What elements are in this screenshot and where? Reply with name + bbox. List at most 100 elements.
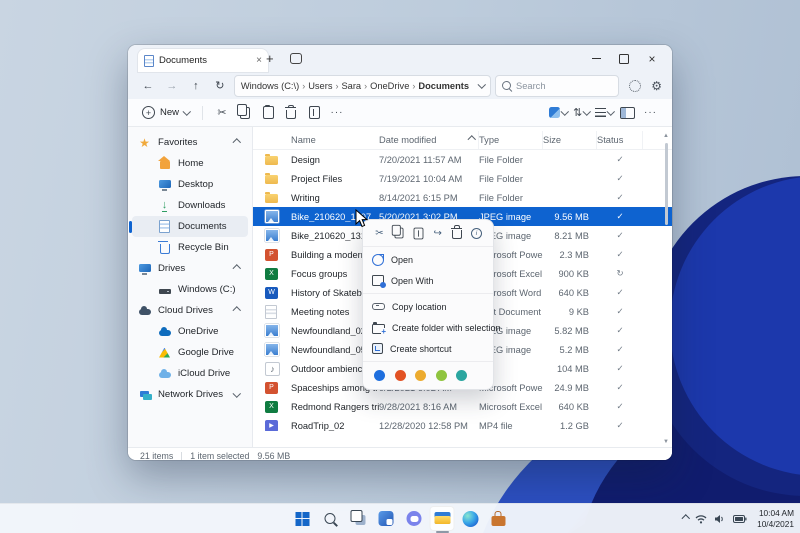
tag-color-5[interactable] bbox=[456, 370, 467, 381]
sidebar-section-network-drives[interactable]: Network Drives bbox=[132, 384, 248, 405]
taskbar-widgets-button[interactable] bbox=[374, 506, 399, 531]
vertical-scrollbar[interactable]: ▲ ▼ bbox=[661, 131, 671, 447]
taskbar-start-button[interactable] bbox=[290, 506, 315, 531]
sort-button[interactable]: ⇅ bbox=[570, 102, 593, 124]
delete-button[interactable] bbox=[449, 225, 466, 241]
rename-button[interactable] bbox=[410, 225, 427, 241]
refresh-button[interactable]: ↻ bbox=[210, 79, 230, 92]
battery-icon[interactable] bbox=[733, 515, 747, 523]
taskbar-edge-button[interactable] bbox=[458, 506, 483, 531]
share-button[interactable]: ↪ bbox=[429, 225, 446, 241]
settings-gear-icon[interactable]: ⚙ bbox=[651, 80, 662, 92]
tab-list-button[interactable] bbox=[290, 53, 302, 64]
up-button[interactable]: ↑ bbox=[186, 80, 206, 92]
column-header-name[interactable]: Name bbox=[291, 131, 379, 149]
context-menu-item-open-with[interactable]: Open With bbox=[363, 270, 493, 291]
context-menu-item-create-shortcut[interactable]: Create shortcut bbox=[363, 338, 493, 359]
file-row-design[interactable]: Design7/20/2021 11:57 AMFile Folder✓ bbox=[253, 150, 672, 169]
properties-button[interactable]: i bbox=[468, 225, 485, 241]
wifi-icon[interactable] bbox=[695, 514, 707, 524]
scrollbar-track[interactable] bbox=[665, 141, 668, 437]
sidebar-item-desktop[interactable]: Desktop bbox=[132, 174, 248, 195]
sidebar-section-favorites[interactable]: ★Favorites bbox=[132, 132, 248, 153]
sidebar-item-windows-c[interactable]: Windows (C:) bbox=[132, 279, 248, 300]
sidebar-item-documents[interactable]: Documents bbox=[132, 216, 248, 237]
tag-color-2[interactable] bbox=[395, 370, 406, 381]
maximize-button[interactable] bbox=[610, 45, 638, 72]
onedrive-shape bbox=[159, 330, 171, 336]
sidebar-item-google-drive[interactable]: Google Drive bbox=[132, 342, 248, 363]
chevron-down-icon bbox=[183, 107, 191, 115]
tag-color-3[interactable] bbox=[415, 370, 426, 381]
file-row-roadtrip-02[interactable]: ▶RoadTrip_0212/28/2020 12:58 PMMP4 file1… bbox=[253, 416, 672, 431]
file-row-project-files[interactable]: Project Files7/19/2021 10:04 AMFile Fold… bbox=[253, 169, 672, 188]
onedrive-icon bbox=[158, 325, 171, 338]
doc-shape bbox=[159, 220, 170, 233]
sidebar-item-recycle-bin[interactable]: Recycle Bin bbox=[132, 237, 248, 258]
new-tab-button[interactable]: + bbox=[266, 51, 274, 66]
breadcrumb-item-onedrive[interactable]: OneDrive bbox=[370, 81, 409, 91]
forward-button[interactable]: → bbox=[162, 80, 182, 92]
collapse-icon[interactable] bbox=[232, 265, 240, 273]
minimize-button[interactable] bbox=[582, 45, 610, 72]
breadcrumb-item-documents[interactable]: Documents bbox=[418, 81, 469, 91]
taskbar-task-view-button[interactable] bbox=[346, 506, 371, 531]
collapse-icon[interactable] bbox=[232, 307, 240, 315]
see-more-button[interactable]: ··· bbox=[639, 102, 662, 124]
taskbar-search-button[interactable] bbox=[318, 506, 343, 531]
scrollbar-thumb[interactable] bbox=[665, 143, 668, 225]
sidebar-item-downloads[interactable]: ↓Downloads bbox=[132, 195, 248, 216]
sidebar-item-icloud-drive[interactable]: iCloud Drive bbox=[132, 363, 248, 384]
context-menu-item-copy-location[interactable]: Copy location bbox=[363, 296, 493, 317]
tag-color-4[interactable] bbox=[436, 370, 447, 381]
tag-color-1[interactable] bbox=[374, 370, 385, 381]
view-button[interactable] bbox=[593, 102, 616, 124]
column-header-size[interactable]: Size bbox=[543, 131, 597, 149]
breadcrumb-item-sara[interactable]: Sara bbox=[341, 81, 361, 91]
paste-button[interactable] bbox=[257, 102, 280, 124]
more-options-button[interactable]: ··· bbox=[326, 102, 349, 124]
tray-chevron-up-icon[interactable] bbox=[681, 515, 689, 523]
taskbar-chat-button[interactable] bbox=[402, 506, 427, 531]
clock-date: 10/4/2021 bbox=[757, 519, 794, 529]
column-header-status[interactable]: Status bbox=[597, 131, 643, 149]
copy-button[interactable] bbox=[390, 225, 407, 241]
breadcrumb-item-windows-c[interactable]: Windows (C:\) bbox=[241, 81, 299, 91]
back-button[interactable]: ← bbox=[138, 80, 158, 92]
sidebar-item-onedrive[interactable]: OneDrive bbox=[132, 321, 248, 342]
file-row-redmond-rangers-triat[interactable]: XRedmond Rangers triat...9/28/2021 8:16 … bbox=[253, 397, 672, 416]
details-pane-button[interactable] bbox=[616, 102, 639, 124]
expand-icon[interactable] bbox=[232, 389, 240, 397]
scroll-up-icon[interactable]: ▲ bbox=[663, 131, 669, 141]
breadcrumb[interactable]: Windows (C:\)›Users›Sara›OneDrive›Docume… bbox=[234, 75, 491, 97]
context-menu-item-open[interactable]: Open bbox=[363, 249, 493, 270]
copy-button[interactable] bbox=[234, 102, 257, 124]
cut-button[interactable]: ✂ bbox=[211, 102, 234, 124]
taskbar-clock[interactable]: 10:04 AM 10/4/2021 bbox=[757, 508, 794, 529]
cut-button[interactable]: ✂ bbox=[371, 225, 388, 241]
column-header-date-modified[interactable]: Date modified bbox=[379, 131, 479, 149]
volume-icon[interactable] bbox=[714, 514, 726, 524]
tab-close-icon[interactable]: × bbox=[256, 56, 262, 66]
chevron-down-icon bbox=[607, 107, 615, 115]
new-button[interactable]: + New bbox=[138, 106, 194, 119]
context-menu-item-create-folder-with-selection[interactable]: Create folder with selection bbox=[363, 317, 493, 338]
close-button[interactable]: × bbox=[638, 45, 666, 72]
sidebar-item-home[interactable]: Home bbox=[132, 153, 248, 174]
collapse-icon[interactable] bbox=[232, 139, 240, 147]
sidebar-section-cloud-drives[interactable]: Cloud Drives bbox=[132, 300, 248, 321]
breadcrumb-dropdown-icon[interactable] bbox=[477, 80, 485, 88]
scroll-down-icon[interactable]: ▼ bbox=[663, 437, 669, 447]
taskbar-explorer-button[interactable] bbox=[430, 506, 455, 531]
column-header-type[interactable]: Type bbox=[479, 131, 543, 149]
taskbar-store-button[interactable] bbox=[486, 506, 511, 531]
sync-status-button[interactable] bbox=[547, 102, 570, 124]
sync-spinner-icon[interactable] bbox=[629, 80, 641, 92]
rename-button[interactable] bbox=[303, 102, 326, 124]
sidebar-section-drives[interactable]: Drives bbox=[132, 258, 248, 279]
delete-button[interactable] bbox=[280, 102, 303, 124]
file-row-writing[interactable]: Writing8/14/2021 6:15 PMFile Folder✓ bbox=[253, 188, 672, 207]
tab-documents[interactable]: Documents × bbox=[138, 49, 268, 72]
breadcrumb-item-users[interactable]: Users bbox=[308, 81, 332, 91]
search-box[interactable]: Search bbox=[495, 75, 619, 97]
